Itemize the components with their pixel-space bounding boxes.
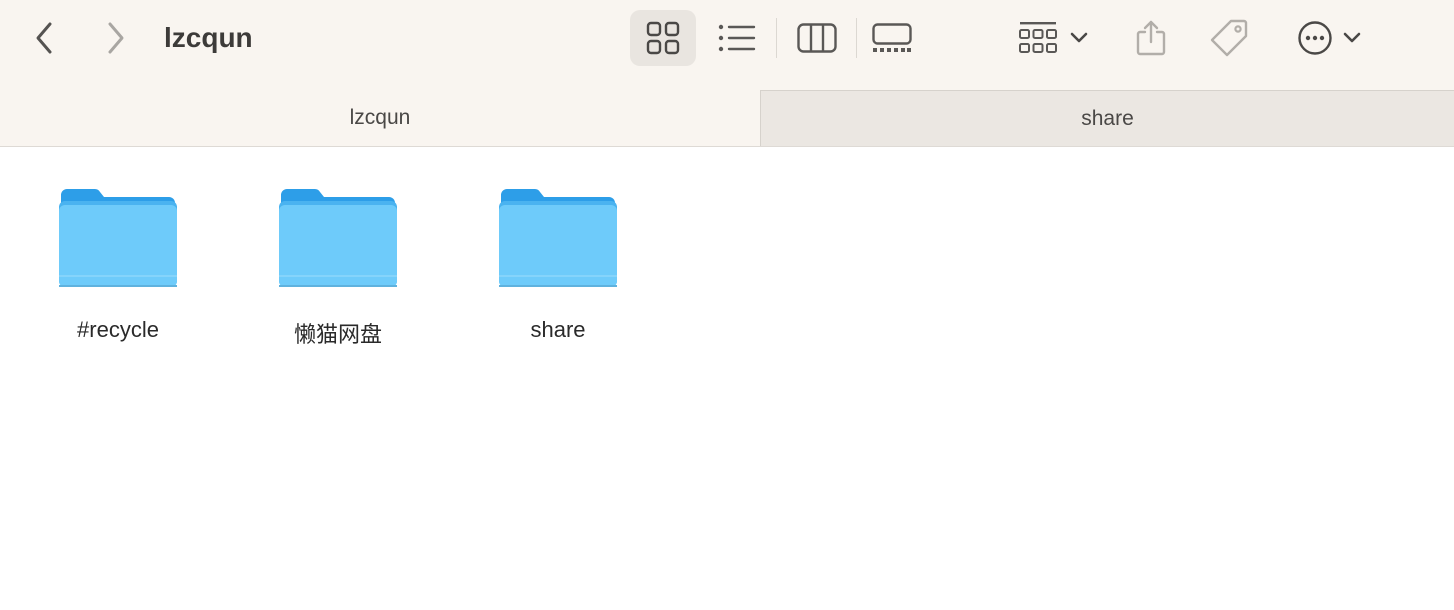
column-view-button[interactable] — [788, 10, 846, 66]
forward-button[interactable] — [98, 18, 134, 58]
tag-icon — [1210, 19, 1248, 57]
tab-label: share — [1081, 106, 1134, 130]
folder-name: #recycle — [77, 317, 159, 342]
group-button[interactable] — [1012, 10, 1096, 66]
icon-view-button[interactable] — [630, 10, 696, 66]
chevron-right-icon — [108, 22, 124, 54]
folder-item[interactable]: share — [468, 187, 648, 357]
chevron-left-icon — [36, 22, 52, 54]
list-view-button[interactable] — [708, 10, 766, 66]
toolbar-divider — [776, 18, 777, 58]
toolbar: lzcqun — [0, 0, 1454, 90]
folder-icon — [499, 189, 617, 287]
chevron-down-icon — [1343, 32, 1361, 43]
tab-label: lzcqun — [349, 106, 411, 129]
grid-icon — [646, 21, 680, 55]
folder-name: share — [530, 317, 586, 342]
file-grid: #recycle 懒猫网盘 share — [0, 147, 1454, 610]
chevron-down-icon — [1070, 32, 1088, 43]
tab-share[interactable]: share — [760, 90, 1454, 146]
window-title: lzcqun — [164, 22, 253, 53]
tag-button[interactable] — [1204, 10, 1254, 66]
folder-item[interactable]: 懒猫网盘 — [248, 187, 428, 357]
folder-name: 懒猫网盘 — [293, 322, 382, 347]
folder-icon — [279, 189, 397, 287]
group-icon — [1019, 22, 1057, 53]
more-icon — [1298, 21, 1332, 55]
folder-item[interactable]: #recycle — [28, 187, 208, 357]
tab-lzcqun[interactable]: lzcqun — [0, 90, 760, 146]
share-button[interactable] — [1128, 10, 1174, 66]
list-icon — [718, 24, 756, 52]
share-icon — [1136, 20, 1166, 56]
gallery-view-button[interactable] — [862, 10, 922, 66]
gallery-icon — [872, 23, 912, 52]
toolbar-divider — [856, 18, 857, 58]
columns-icon — [797, 23, 837, 53]
back-button[interactable] — [26, 18, 62, 58]
more-button[interactable] — [1290, 10, 1370, 66]
finder-window: lzcqun lzcqun share #recycle 懒猫网盘 share — [0, 0, 1454, 610]
folder-icon — [59, 189, 177, 287]
tab-bar: lzcqun share — [0, 90, 1454, 147]
